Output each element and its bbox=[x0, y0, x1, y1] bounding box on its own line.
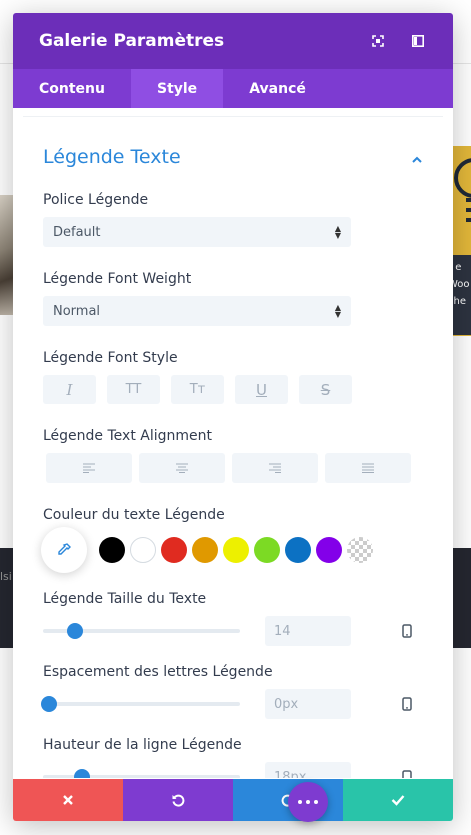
font-weight-select-value: Normal bbox=[53, 303, 101, 319]
letter-spacing-input[interactable]: 0px bbox=[265, 689, 351, 719]
modal-footer bbox=[13, 779, 453, 821]
align-right-button[interactable] bbox=[232, 453, 318, 483]
line-height-input[interactable]: 18px bbox=[265, 762, 351, 778]
font-label: Police Légende bbox=[43, 192, 149, 208]
font-select[interactable]: Default ▲ ▼ bbox=[43, 217, 351, 247]
text-alignment-buttons bbox=[46, 453, 423, 483]
text-size-slider[interactable] bbox=[43, 623, 240, 639]
eyedropper-icon bbox=[58, 543, 71, 555]
text-alignment-label: Légende Text Alignment bbox=[43, 428, 212, 444]
save-button[interactable] bbox=[343, 779, 453, 821]
letter-spacing-slider[interactable] bbox=[40, 696, 240, 712]
color-swatch-blue[interactable] bbox=[285, 537, 311, 563]
background-image-left bbox=[0, 195, 13, 315]
align-right-icon bbox=[269, 463, 281, 473]
background-bar bbox=[466, 218, 471, 222]
settings-content: Légende Texte Police Légende Default ▲ ▼ … bbox=[13, 108, 453, 778]
align-center-button[interactable] bbox=[139, 453, 225, 483]
font-weight-select[interactable]: Normal ▲ ▼ bbox=[43, 296, 351, 326]
color-swatch-white[interactable] bbox=[130, 537, 156, 563]
font-style-label: Légende Font Style bbox=[43, 350, 178, 366]
undo-icon bbox=[172, 794, 185, 807]
uppercase-icon: TT bbox=[125, 382, 142, 397]
color-swatch-transparent[interactable] bbox=[347, 537, 373, 563]
italic-button[interactable]: I bbox=[43, 375, 96, 404]
tab-avance[interactable]: Avancé bbox=[223, 69, 332, 108]
align-center-icon bbox=[176, 463, 188, 473]
fullscreen-icon[interactable] bbox=[369, 32, 387, 50]
uppercase-button[interactable]: TT bbox=[107, 375, 160, 404]
dot-icon bbox=[298, 800, 302, 804]
font-select-value: Default bbox=[53, 224, 101, 240]
modal-title: Galerie Paramètres bbox=[39, 31, 225, 51]
section-title: Légende Texte bbox=[43, 146, 181, 168]
background-bar bbox=[466, 198, 471, 202]
line-height-control: 18px bbox=[43, 762, 423, 778]
font-weight-label: Légende Font Weight bbox=[43, 271, 192, 287]
text-color-label: Couleur du texte Légende bbox=[43, 507, 225, 523]
underline-button[interactable]: U bbox=[235, 375, 288, 404]
checkmark-icon bbox=[391, 795, 405, 806]
underline-icon: U bbox=[256, 380, 267, 399]
italic-icon: I bbox=[66, 380, 73, 399]
background-bar bbox=[466, 208, 471, 212]
color-swatch-green[interactable] bbox=[254, 537, 280, 563]
close-icon bbox=[63, 795, 73, 805]
cancel-button[interactable] bbox=[13, 779, 123, 821]
color-swatch-row bbox=[41, 527, 423, 573]
text-size-label: Légende Taille du Texte bbox=[43, 591, 207, 607]
strikethrough-icon: S bbox=[320, 380, 331, 399]
smallcaps-icon: Tт bbox=[189, 382, 206, 397]
settings-modal: Galerie Paramètres Contenu Style Avancé … bbox=[13, 13, 453, 821]
section-header[interactable]: Légende Texte bbox=[43, 146, 423, 168]
undo-button[interactable] bbox=[123, 779, 233, 821]
phone-icon[interactable] bbox=[401, 769, 413, 778]
slider-handle[interactable] bbox=[40, 696, 57, 712]
tab-style[interactable]: Style bbox=[130, 69, 224, 108]
text-size-control: 14 bbox=[43, 616, 423, 646]
modal-tabs: Contenu Style Avancé bbox=[13, 69, 453, 108]
background-text: lsi bbox=[0, 570, 12, 583]
color-swatch-purple[interactable] bbox=[316, 537, 342, 563]
content-divider bbox=[23, 116, 443, 117]
smallcaps-button[interactable]: Tт bbox=[171, 375, 224, 404]
letter-spacing-label: Espacement des lettres Légende bbox=[43, 664, 273, 680]
color-swatch-black[interactable] bbox=[99, 537, 125, 563]
font-style-buttons: I TT Tт U S bbox=[43, 375, 423, 404]
dot-icon bbox=[306, 800, 310, 804]
phone-icon[interactable] bbox=[401, 623, 413, 639]
slider-handle[interactable] bbox=[66, 623, 83, 639]
letter-spacing-control: 0px bbox=[40, 689, 423, 719]
line-height-slider[interactable] bbox=[43, 769, 240, 778]
select-arrows-icon: ▲ ▼ bbox=[334, 224, 341, 240]
align-left-button[interactable] bbox=[46, 453, 132, 483]
color-swatch-red[interactable] bbox=[161, 537, 187, 563]
strikethrough-button[interactable]: S bbox=[299, 375, 352, 404]
color-swatch-orange[interactable] bbox=[192, 537, 218, 563]
select-arrows-icon: ▲ ▼ bbox=[334, 303, 341, 319]
align-justify-button[interactable] bbox=[325, 453, 411, 483]
line-height-label: Hauteur de la ligne Légende bbox=[43, 737, 242, 753]
tab-contenu[interactable]: Contenu bbox=[13, 69, 131, 108]
align-left-icon bbox=[83, 463, 95, 473]
text-size-input[interactable]: 14 bbox=[265, 616, 351, 646]
phone-icon[interactable] bbox=[401, 696, 413, 712]
more-options-button[interactable] bbox=[288, 782, 328, 822]
color-picker-button[interactable] bbox=[41, 527, 87, 573]
modal-header[interactable]: Galerie Paramètres bbox=[13, 13, 453, 69]
color-swatch-yellow[interactable] bbox=[223, 537, 249, 563]
chevron-up-icon[interactable] bbox=[411, 151, 423, 163]
slider-handle[interactable] bbox=[74, 769, 91, 778]
dot-icon bbox=[314, 800, 318, 804]
align-justify-icon bbox=[362, 463, 374, 473]
sidebar-toggle-icon[interactable] bbox=[409, 32, 427, 50]
background-arch-graphic bbox=[454, 158, 471, 198]
